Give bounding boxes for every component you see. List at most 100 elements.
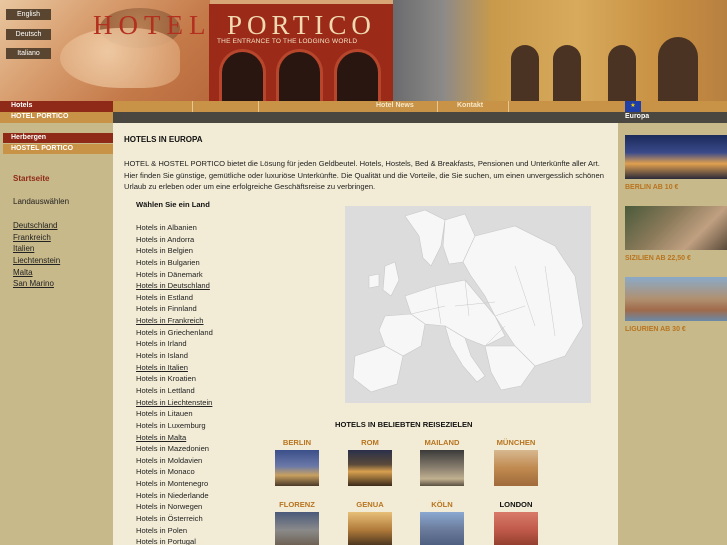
arch-graphic: [276, 49, 323, 101]
hotel-country-link[interactable]: Hotels in Belgien: [136, 246, 213, 258]
nav-herbergen[interactable]: Herbergen: [3, 133, 113, 143]
destination-label: BERLIN: [282, 438, 312, 447]
destination-koeln[interactable]: KÖLN: [412, 500, 472, 545]
hotel-country-link[interactable]: Hotels in Polen: [136, 526, 213, 538]
destination-muenchen[interactable]: MÜNCHEN: [486, 438, 546, 486]
intro-text: HOTEL & HOSTEL PORTICO bietet die Lösung…: [124, 159, 604, 192]
promo-photo: [625, 135, 727, 179]
country-link[interactable]: Deutschland: [13, 221, 60, 233]
promo-caption: BERLIN AB 10 €: [625, 184, 679, 191]
hotel-country-link[interactable]: Hotels in Griechenland: [136, 328, 213, 340]
destination-rom[interactable]: ROM: [340, 438, 400, 486]
europa-heading: Europa: [618, 112, 727, 123]
hotel-country-link[interactable]: Hotels in Mazedonien: [136, 444, 213, 456]
country-link[interactable]: San Marino: [13, 279, 60, 291]
hotel-country-link[interactable]: Hotels in Island: [136, 351, 213, 363]
hotel-country-link[interactable]: Hotels in Österreich: [136, 514, 213, 526]
hotel-country-link[interactable]: Hotels in Frankreich: [136, 316, 213, 328]
hotel-country-link[interactable]: Hotels in Estland: [136, 293, 213, 305]
destination-photo: [275, 512, 319, 545]
hotel-country-link[interactable]: Hotels in Portugal: [136, 537, 213, 545]
hotel-country-link[interactable]: Hotels in Moldavien: [136, 456, 213, 468]
left-sidebar: Herbergen HOSTEL PORTICO Startseite Land…: [0, 123, 113, 545]
nav-hotel-news[interactable]: Hotel News: [376, 102, 414, 109]
logo-portico-text: PORTICO: [227, 10, 376, 40]
nav-kontakt[interactable]: Kontakt: [457, 102, 483, 109]
promo-berlin[interactable]: BERLIN AB 10 €: [625, 135, 727, 191]
promo-photo: [625, 277, 727, 321]
language-italiano-button[interactable]: Italiano: [6, 48, 51, 59]
destination-photo: [420, 450, 464, 486]
startseite-link[interactable]: Startseite: [13, 174, 49, 183]
destination-label: ROM: [361, 438, 379, 447]
destination-photo: [494, 512, 538, 545]
destination-label: KÖLN: [431, 500, 453, 509]
logo-tagline: THE ENTRANCE TO THE LODGING WORLD: [217, 38, 358, 45]
hotel-country-link[interactable]: Hotels in Bulgarien: [136, 258, 213, 270]
sub-nav-strip: [113, 112, 618, 123]
nav-hostel-portico[interactable]: HOSTEL PORTICO: [3, 144, 113, 154]
country-link[interactable]: Malta: [13, 268, 60, 280]
hotel-country-link[interactable]: Hotels in Litauen: [136, 409, 213, 421]
country-link[interactable]: Frankreich: [13, 233, 60, 245]
hotel-country-link[interactable]: Hotels in Montenegro: [136, 479, 213, 491]
right-sidebar: BERLIN AB 10 € SIZILIEN AB 22,50 € LIGUR…: [618, 123, 727, 545]
hotel-country-link[interactable]: Hotels in Deutschland: [136, 281, 213, 293]
europe-map[interactable]: [345, 206, 591, 403]
page-title: HOTELS IN EUROPA: [124, 135, 203, 144]
destination-photo: [348, 512, 392, 545]
destination-label: FLORENZ: [279, 500, 315, 509]
nav-separator: [192, 101, 258, 112]
hotel-country-list: Hotels in Albanien Hotels in Andorra Hotel…: [136, 223, 213, 545]
nav-hotel-portico[interactable]: HOTEL PORTICO: [0, 112, 113, 123]
main-content: HOTELS IN EUROPA HOTEL & HOSTEL PORTICO …: [113, 123, 618, 545]
destination-photo: [348, 450, 392, 486]
language-deutsch-button[interactable]: Deutsch: [6, 29, 51, 40]
nav-hotels[interactable]: Hotels: [0, 101, 113, 112]
destination-photo: [494, 450, 538, 486]
hotel-country-link[interactable]: Hotels in Irland: [136, 339, 213, 351]
country-link[interactable]: Italien: [13, 244, 60, 256]
nav-separator: [508, 101, 509, 112]
country-link-list: Deutschland Frankreich Italien Liechtens…: [13, 221, 60, 291]
arch-graphic: [334, 49, 381, 101]
country-select-label: Landauswählen: [13, 197, 70, 206]
nav-separator: [437, 101, 438, 112]
arch-graphic: [219, 49, 266, 101]
choose-country-heading: Wählen Sie ein Land: [136, 200, 210, 209]
promo-sizilien[interactable]: SIZILIEN AB 22,50 €: [625, 206, 727, 262]
hotel-country-link[interactable]: Hotels in Niederlande: [136, 491, 213, 503]
hotel-country-link[interactable]: Hotels in Malta: [136, 433, 213, 445]
hotel-country-link[interactable]: Hotels in Monaco: [136, 467, 213, 479]
hotel-country-link[interactable]: Hotels in Albanien: [136, 223, 213, 235]
destination-berlin[interactable]: BERLIN: [267, 438, 327, 486]
destination-label: MAILAND: [424, 438, 460, 447]
header-photo-street: [393, 0, 727, 101]
hotel-country-link[interactable]: Hotels in Luxemburg: [136, 421, 213, 433]
hotel-country-link[interactable]: Hotels in Finnland: [136, 304, 213, 316]
destination-genua[interactable]: GENUA: [340, 500, 400, 545]
hotel-country-link[interactable]: Hotels in Norwegen: [136, 502, 213, 514]
hotel-country-link[interactable]: Hotels in Dänemark: [136, 270, 213, 282]
destination-mailand[interactable]: MAILAND: [412, 438, 472, 486]
destination-label: LONDON: [499, 500, 533, 509]
hotel-country-link[interactable]: Hotels in Lettland: [136, 386, 213, 398]
destination-label: MÜNCHEN: [496, 438, 536, 447]
hotel-country-link[interactable]: Hotels in Liechtenstein: [136, 398, 213, 410]
destination-london[interactable]: LONDON: [486, 500, 546, 545]
hotel-country-link[interactable]: Hotels in Andorra: [136, 235, 213, 247]
main-nav-bar: Hotels Hotel News Kontakt: [0, 101, 727, 112]
destination-label: GENUA: [356, 500, 384, 509]
promo-ligurien[interactable]: LIGURIEN AB 30 €: [625, 277, 727, 333]
site-header: English Deutsch Italiano HOTEL PORTICO T…: [0, 0, 727, 101]
promo-caption: SIZILIEN AB 22,50 €: [625, 255, 691, 262]
promo-caption: LIGURIEN AB 30 €: [625, 326, 686, 333]
destination-florenz[interactable]: FLORENZ: [267, 500, 327, 545]
hotel-country-link[interactable]: Hotels in Kroatien: [136, 374, 213, 386]
language-english-button[interactable]: English: [6, 9, 51, 20]
country-link[interactable]: Liechtenstein: [13, 256, 60, 268]
logo-hotel-text: HOTEL: [93, 10, 212, 40]
hotel-country-link[interactable]: Hotels in Italien: [136, 363, 213, 375]
promo-photo: [625, 206, 727, 250]
destination-photo: [275, 450, 319, 486]
